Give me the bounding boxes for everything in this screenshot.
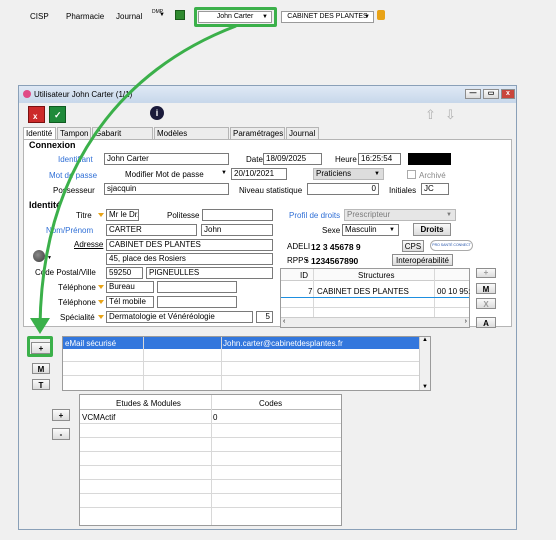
annotation-arrowhead: [30, 318, 50, 334]
annotation-curve: [38, 24, 237, 327]
annotation-arrow: [30, 24, 237, 334]
